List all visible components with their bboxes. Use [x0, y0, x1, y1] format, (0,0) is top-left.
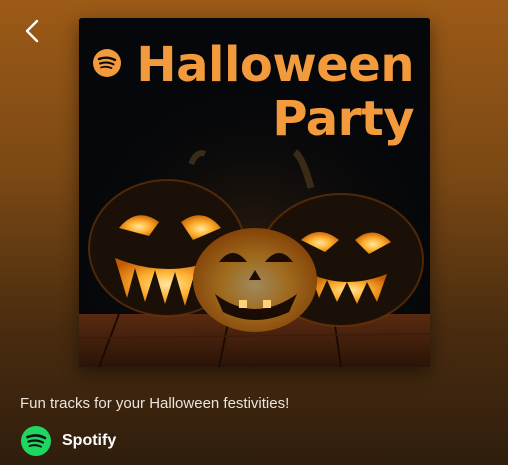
- spotify-logo-icon: [93, 49, 121, 77]
- cover-title-line1: Halloween: [136, 37, 414, 93]
- playlist-description: Fun tracks for your Halloween festivitie…: [20, 395, 290, 412]
- cover-title-line2: Party: [272, 91, 414, 147]
- playlist-cover: Halloween Party: [79, 18, 430, 367]
- playlist-cover-title: Halloween Party: [136, 38, 414, 146]
- chevron-left-icon: [25, 19, 39, 43]
- owner-name: Spotify: [62, 432, 117, 449]
- playlist-owner[interactable]: Spotify: [20, 425, 116, 457]
- back-button[interactable]: [18, 16, 46, 46]
- spotify-logo-icon: [21, 426, 51, 456]
